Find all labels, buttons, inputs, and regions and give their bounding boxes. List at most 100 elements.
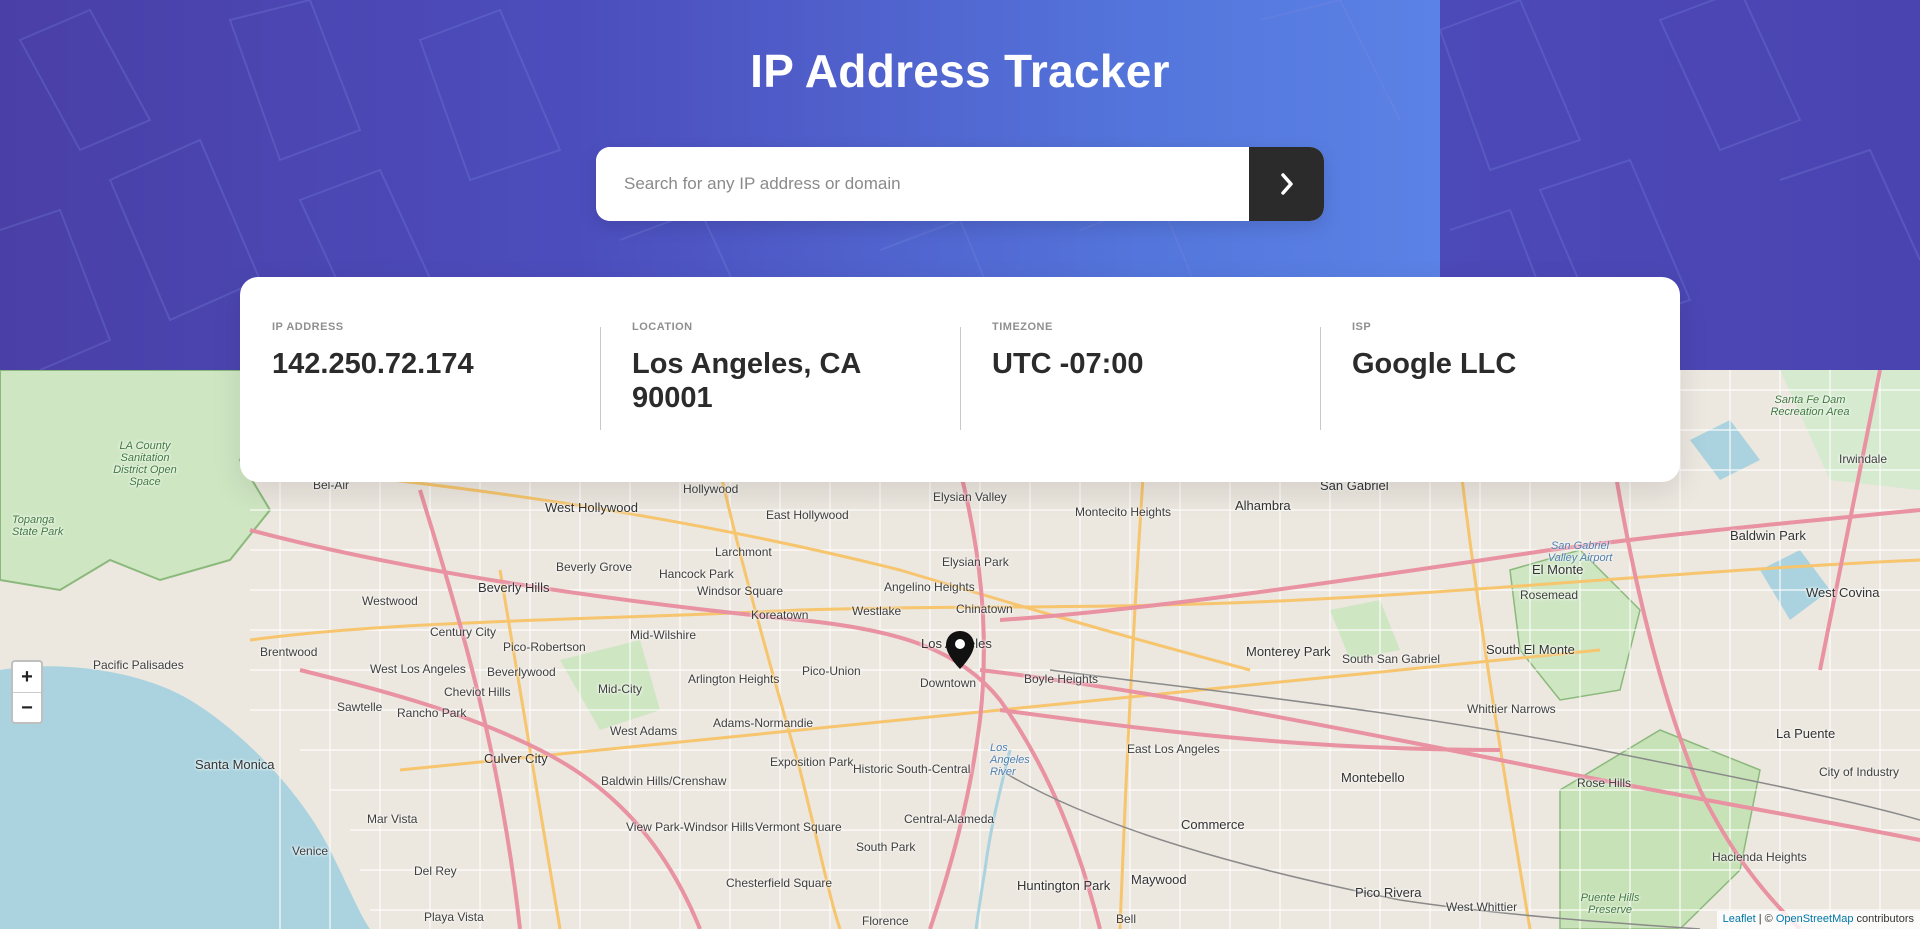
map-label: Sawtelle <box>337 700 383 714</box>
info-label: IP Address <box>272 321 344 333</box>
map-label: South San Gabriel <box>1342 652 1441 666</box>
map-label: Downtown <box>920 676 977 690</box>
map-label: Rosemead <box>1520 588 1579 602</box>
map-label: Windsor Square <box>697 584 784 598</box>
map-label: Cheviot Hills <box>444 685 511 699</box>
map-label: La Puente <box>1776 726 1836 741</box>
page-title: IP Address Tracker <box>750 45 1170 97</box>
map-attribution: Leaflet | © OpenStreetMap contributors <box>1716 911 1920 929</box>
attribution-suffix: contributors <box>1853 913 1914 925</box>
park-label: Topanga State Park <box>12 514 64 538</box>
ip-info-card: IP Address 142.250.72.174 Location Los A… <box>240 277 1680 482</box>
park-label: San Gabriel Valley Airport <box>1547 540 1613 564</box>
map-label: Baldwin Hills/Crenshaw <box>601 774 727 788</box>
map-label: Mid-City <box>598 682 642 696</box>
map-label: West Hollywood <box>545 500 638 515</box>
map-label: Brentwood <box>260 645 318 659</box>
map-label: Elysian Valley <box>933 490 1007 504</box>
map-label: Pico-Robertson <box>503 640 586 654</box>
map-label: Central-Alameda <box>904 812 995 826</box>
map-label: West Whittier <box>1446 900 1518 914</box>
map-label: Larchmont <box>715 545 772 559</box>
map-label: Beverlywood <box>487 665 556 679</box>
openstreetmap-link[interactable]: OpenStreetMap <box>1776 913 1854 925</box>
map-label: City of Industry <box>1819 765 1900 779</box>
info-value: 142.250.72.174 <box>272 348 474 380</box>
zoom-out-button[interactable]: − <box>13 692 41 722</box>
map-label: View Park-Windsor Hills <box>626 820 754 834</box>
map-label: Arlington Heights <box>688 672 780 686</box>
map-label: Westwood <box>362 594 418 608</box>
map-label: Huntington Park <box>1017 878 1111 893</box>
map-label: Hacienda Heights <box>1712 850 1807 864</box>
chevron-right-icon <box>1280 173 1293 195</box>
map-label: Playa Vista <box>424 910 484 924</box>
map-label: Chesterfield Square <box>726 876 833 890</box>
map-label: Hancock Park <box>659 567 734 581</box>
search-input[interactable] <box>596 147 1249 221</box>
map-label: Pico Rivera <box>1355 885 1422 900</box>
search-bar <box>596 147 1324 221</box>
info-label: Location <box>632 321 693 333</box>
map-label: West Covina <box>1806 585 1880 600</box>
map-label: Beverly Grove <box>556 560 633 574</box>
map-label: Monterey Park <box>1246 644 1331 659</box>
map-label: Venice <box>292 844 329 858</box>
map-label: Alhambra <box>1235 498 1291 513</box>
map-label: Historic South-Central <box>853 762 971 776</box>
map-label: Whittier Narrows <box>1467 702 1556 716</box>
map-label: Bell <box>1116 912 1137 926</box>
zoom-in-button[interactable]: + <box>13 662 41 692</box>
park-label: Santa Fe Dam Recreation Area <box>1770 394 1850 418</box>
map-label: Koreatown <box>751 608 809 622</box>
map-label: West Adams <box>610 724 678 738</box>
info-isp: ISP Google LLC <box>1320 277 1680 482</box>
location-pin-icon[interactable] <box>945 630 975 670</box>
map-label: Florence <box>862 914 909 928</box>
map-label: Century City <box>430 625 497 639</box>
map-label: Irwindale <box>1839 452 1888 466</box>
map-label: East Hollywood <box>766 508 849 522</box>
attribution-separator: | © <box>1755 913 1776 925</box>
search-submit-button[interactable] <box>1249 147 1324 221</box>
map-label: South El Monte <box>1486 642 1575 657</box>
map-label: Chinatown <box>956 602 1013 616</box>
map-label: Rancho Park <box>397 706 467 720</box>
info-ip-address: IP Address 142.250.72.174 <box>240 277 600 482</box>
map-label: Boyle Heights <box>1024 672 1099 686</box>
map-label: Mar Vista <box>367 812 418 826</box>
park-label: LA County Sanitation District Open Space <box>113 440 177 488</box>
park-label: Los Angeles River <box>990 742 1030 778</box>
map-label: Vermont Square <box>755 820 842 834</box>
map-label: Mid-Wilshire <box>630 628 696 642</box>
map-label: Exposition Park <box>770 755 854 769</box>
info-location: Location Los Angeles, CA 90001 <box>600 277 960 482</box>
zoom-control: + − <box>11 660 43 724</box>
info-value: Los Angeles, CA 90001 <box>632 348 861 414</box>
map-label: Culver City <box>484 751 548 766</box>
map-label: Pico-Union <box>802 664 861 678</box>
map-label: Commerce <box>1181 817 1245 832</box>
map-label: Baldwin Park <box>1730 528 1806 543</box>
map-label: Maywood <box>1131 872 1187 887</box>
map-label: Westlake <box>852 604 902 618</box>
map-label: Del Rey <box>414 864 457 878</box>
map-label: Santa Monica <box>195 757 275 772</box>
map-label: Montebello <box>1341 770 1405 785</box>
map-label: Beverly Hills <box>478 580 550 595</box>
info-label: Timezone <box>992 321 1053 333</box>
map-label: Hollywood <box>683 482 739 496</box>
map-label: Rose Hills <box>1577 776 1632 790</box>
map-label: Montecito Heights <box>1075 505 1172 519</box>
park-label: Puente Hills Preserve <box>1580 892 1640 916</box>
info-timezone: Timezone UTC -07:00 <box>960 277 1320 482</box>
map-label: South Park <box>856 840 916 854</box>
map-label: East Los Angeles <box>1127 742 1220 756</box>
leaflet-link[interactable]: Leaflet <box>1723 913 1756 925</box>
info-label: ISP <box>1352 321 1372 333</box>
map-label: Pacific Palisades <box>93 658 184 672</box>
info-value: Google LLC <box>1352 348 1517 380</box>
map-label: Elysian Park <box>942 555 1009 569</box>
map-label: Angelino Heights <box>884 580 975 594</box>
info-value: UTC -07:00 <box>992 348 1144 380</box>
